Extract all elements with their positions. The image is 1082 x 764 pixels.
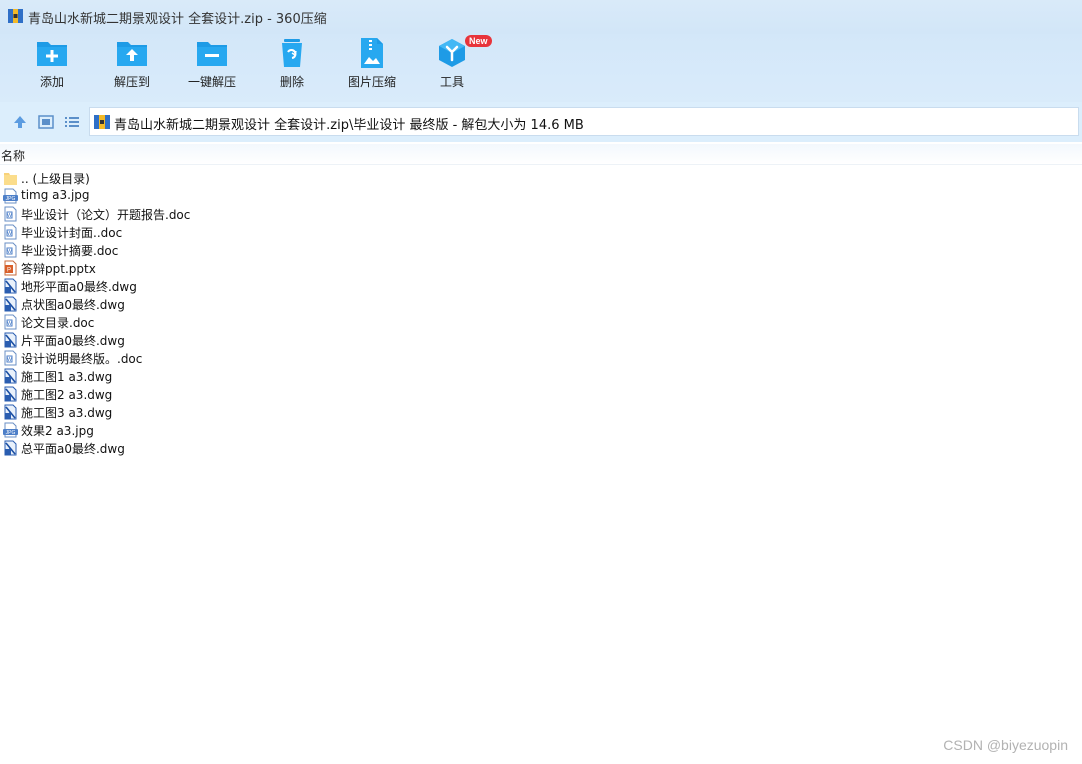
file-row[interactable]: W 论文目录.doc: [0, 313, 1082, 331]
file-name: 施工图2 a3.dwg: [21, 388, 113, 402]
file-row[interactable]: 总平面a0最终.dwg: [0, 439, 1082, 457]
one-click-extract-button[interactable]: 一键解压: [172, 38, 252, 98]
doc-icon: W: [4, 206, 17, 222]
dwg-icon: [4, 278, 17, 294]
doc-icon: W: [4, 242, 17, 258]
file-name: 效果2 a3.jpg: [21, 424, 94, 438]
archive-app-icon: [8, 9, 23, 23]
dwg-icon: [4, 440, 17, 456]
file-name: 施工图3 a3.dwg: [21, 406, 113, 420]
folder-icon: [4, 173, 17, 185]
toolbar: 添加 解压到 一键解压 删除 图片压缩 New 工具: [0, 34, 1082, 102]
watermark: CSDN @biyezuopin: [943, 737, 1068, 753]
file-row[interactable]: 地形平面a0最终.dwg: [0, 277, 1082, 295]
dwg-icon: [4, 386, 17, 402]
doc-icon: W: [4, 350, 17, 366]
file-row[interactable]: .. (上级目录): [0, 169, 1082, 187]
pptx-icon: P: [4, 260, 17, 276]
extract-to-button[interactable]: 解压到: [92, 38, 172, 98]
file-row[interactable]: W 毕业设计摘要.doc: [0, 241, 1082, 259]
file-row[interactable]: W 毕业设计封面..doc: [0, 223, 1082, 241]
file-row[interactable]: W 毕业设计（论文）开题报告.doc: [0, 205, 1082, 223]
file-name: 地形平面a0最终.dwg: [21, 280, 137, 294]
up-arrow-icon[interactable]: [11, 113, 29, 131]
dwg-icon: [4, 296, 17, 312]
image-compress-button[interactable]: 图片压缩: [332, 38, 412, 98]
svg-text:W: W: [7, 213, 12, 219]
file-row[interactable]: JPG timg a3.jpg: [0, 187, 1082, 205]
file-row[interactable]: 点状图a0最终.dwg: [0, 295, 1082, 313]
file-list: .. (上级目录) JPG timg a3.jpg W 毕业设计（论文）开题报告.doc…: [0, 169, 1082, 457]
file-name: 毕业设计封面..doc: [21, 226, 123, 240]
file-row[interactable]: P 答辩ppt.pptx: [0, 259, 1082, 277]
thumbnail-view-icon[interactable]: [37, 113, 55, 131]
dwg-icon: [4, 368, 17, 384]
file-name: 总平面a0最终.dwg: [21, 442, 125, 456]
file-name: timg a3.jpg: [21, 188, 90, 202]
file-name: 毕业设计（论文）开题报告.doc: [21, 208, 191, 222]
file-name: 片平面a0最终.dwg: [21, 334, 125, 348]
dwg-icon: [4, 404, 17, 420]
file-name: 点状图a0最终.dwg: [21, 298, 125, 312]
file-row[interactable]: W 设计说明最终版。.doc: [0, 349, 1082, 367]
file-name: 论文目录.doc: [21, 316, 95, 330]
tools-button[interactable]: New 工具: [412, 35, 492, 98]
file-row[interactable]: 施工图2 a3.dwg: [0, 385, 1082, 403]
add-button[interactable]: 添加: [12, 38, 92, 98]
new-badge: New: [465, 35, 492, 47]
path-text: 青岛山水新城二期景观设计 全套设计.zip\毕业设计 最终版 - 解包大小为 1…: [114, 118, 584, 133]
archive-path-icon: [94, 115, 110, 129]
list-view-icon[interactable]: [63, 113, 81, 131]
doc-icon: W: [4, 314, 17, 330]
navigation-bar: 青岛山水新城二期景观设计 全套设计.zip\毕业设计 最终版 - 解包大小为 1…: [0, 102, 1082, 142]
doc-icon: W: [4, 224, 17, 240]
svg-text:P: P: [7, 268, 11, 274]
file-row[interactable]: JPG 效果2 a3.jpg: [0, 421, 1082, 439]
file-name: 设计说明最终版。.doc: [21, 352, 143, 366]
svg-text:JPG: JPG: [6, 430, 16, 436]
jpg-icon: JPG: [3, 422, 18, 438]
column-name-header[interactable]: 名称: [1, 147, 25, 164]
tools-label: 工具: [439, 75, 464, 89]
tools-cube-icon: [439, 39, 465, 67]
jpg-icon: JPG: [3, 188, 18, 204]
column-header: 名称: [0, 144, 1082, 165]
extract-folder-icon: [117, 42, 147, 66]
title-bar: 青岛山水新城二期景观设计 全套设计.zip - 360压缩: [0, 0, 1082, 34]
file-row[interactable]: 施工图1 a3.dwg: [0, 367, 1082, 385]
file-name: .. (上级目录): [21, 172, 90, 186]
delete-label: 删除: [279, 75, 304, 89]
image-compress-icon: [361, 38, 383, 68]
file-row[interactable]: 施工图3 a3.dwg: [0, 403, 1082, 421]
extract-to-label: 解压到: [113, 75, 150, 89]
path-address-box[interactable]: 青岛山水新城二期景观设计 全套设计.zip\毕业设计 最终版 - 解包大小为 1…: [89, 107, 1079, 136]
svg-text:W: W: [7, 321, 12, 327]
svg-text:W: W: [7, 231, 12, 237]
file-row[interactable]: 片平面a0最终.dwg: [0, 331, 1082, 349]
file-name: 毕业设计摘要.doc: [21, 244, 119, 258]
file-name: 施工图1 a3.dwg: [21, 370, 113, 384]
dwg-icon: [4, 332, 17, 348]
svg-text:W: W: [7, 357, 12, 363]
svg-text:W: W: [7, 249, 12, 255]
add-label: 添加: [39, 75, 64, 89]
svg-text:JPG: JPG: [6, 196, 16, 202]
delete-button[interactable]: 删除: [252, 38, 332, 98]
add-folder-icon: [37, 42, 67, 66]
one-click-extract-icon: [197, 42, 227, 66]
image-compress-label: 图片压缩: [347, 75, 396, 89]
file-name: 答辩ppt.pptx: [21, 262, 96, 276]
one-click-extract-label: 一键解压: [187, 75, 236, 89]
window-title: 青岛山水新城二期景观设计 全套设计.zip - 360压缩: [28, 12, 327, 27]
trash-icon: [282, 39, 302, 67]
